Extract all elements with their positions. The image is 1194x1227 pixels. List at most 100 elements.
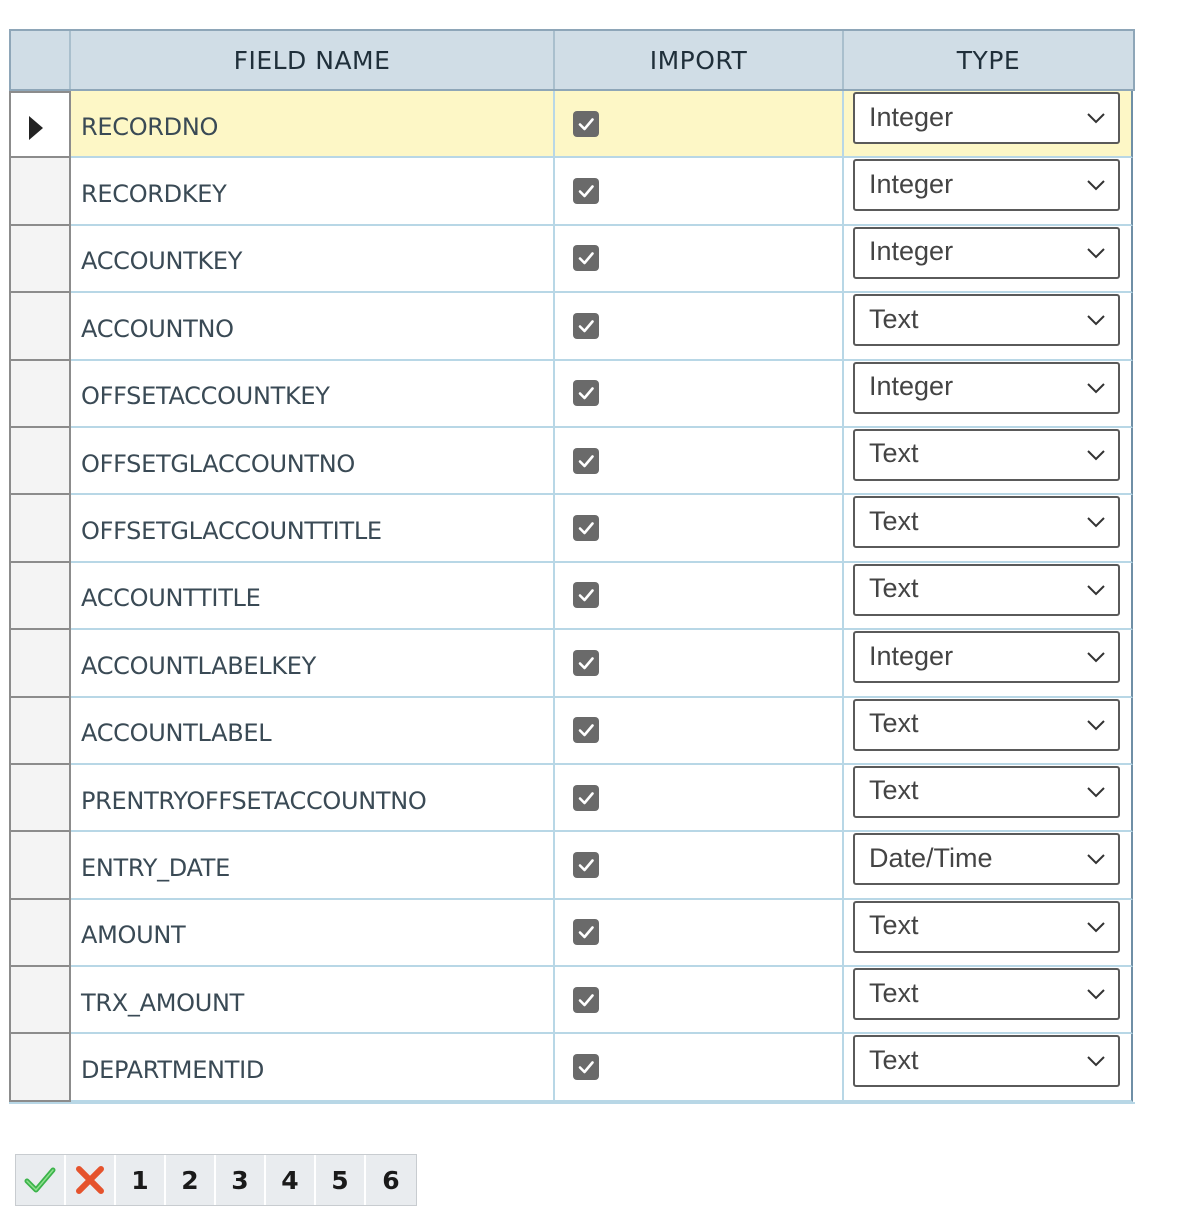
type-cell: Text (844, 967, 1133, 1035)
chevron-down-icon (1086, 516, 1106, 528)
row-selector[interactable] (9, 630, 71, 698)
type-select[interactable]: Date/Time (853, 833, 1120, 886)
row-selector[interactable] (9, 360, 71, 428)
import-checkbox[interactable] (573, 178, 599, 205)
row-selector[interactable] (9, 225, 71, 294)
import-checkbox[interactable] (573, 245, 599, 272)
type-cell: Text (844, 764, 1133, 833)
page-button-6[interactable]: 6 (366, 1155, 416, 1205)
type-cell: Text (844, 1034, 1133, 1102)
import-cell (555, 293, 844, 361)
field-name-cell: RECORDNO (71, 91, 555, 159)
type-select[interactable]: Integer (853, 226, 1120, 279)
page-button-4[interactable]: 4 (266, 1155, 316, 1205)
row-selector[interactable] (9, 697, 71, 765)
import-cell (555, 967, 844, 1035)
chevron-down-icon (1086, 1055, 1106, 1067)
import-cell (555, 697, 844, 765)
field-name-cell: AMOUNT (71, 899, 555, 968)
check-icon (24, 1167, 56, 1193)
type-select[interactable]: Text (853, 294, 1120, 347)
cancel-button[interactable] (66, 1155, 116, 1205)
type-select[interactable]: Text (853, 698, 1120, 751)
field-name-cell: RECORDKEY (71, 158, 555, 226)
checkmark-icon (578, 1061, 594, 1074)
row-selector[interactable] (9, 427, 71, 496)
type-cell: Text (844, 697, 1133, 765)
row-selector[interactable] (9, 832, 71, 900)
type-select-value: Text (869, 303, 919, 334)
type-select[interactable]: Text (853, 428, 1120, 481)
type-select[interactable]: Text (853, 563, 1120, 616)
type-select[interactable]: Integer (853, 159, 1120, 212)
import-checkbox[interactable] (573, 986, 599, 1013)
field-name-cell: TRX_AMOUNT (71, 967, 555, 1035)
import-checkbox[interactable] (573, 649, 599, 676)
row-selector[interactable] (9, 899, 71, 968)
row-selector[interactable] (9, 1034, 71, 1102)
type-select[interactable]: Integer (853, 92, 1120, 144)
import-checkbox[interactable] (573, 851, 599, 878)
row-selector[interactable] (9, 562, 71, 631)
type-cell: Integer (844, 360, 1133, 428)
table-row[interactable]: PRENTRYOFFSETACCOUNTNO Text (9, 764, 1135, 833)
page-button-3[interactable]: 3 (216, 1155, 266, 1205)
type-select[interactable]: Text (853, 900, 1120, 953)
import-checkbox[interactable] (573, 110, 599, 137)
type-cell: Integer (844, 630, 1133, 698)
import-checkbox[interactable] (573, 1054, 599, 1081)
import-checkbox[interactable] (573, 380, 599, 407)
type-select[interactable]: Text (853, 968, 1120, 1021)
import-checkbox[interactable] (573, 784, 599, 811)
import-checkbox[interactable] (573, 582, 599, 609)
field-name-cell: ENTRY_DATE (71, 832, 555, 900)
import-checkbox[interactable] (573, 919, 599, 946)
header-type[interactable]: TYPE (844, 31, 1133, 89)
import-cell (555, 427, 844, 496)
type-select-value: Text (869, 775, 919, 806)
table-row[interactable]: ACCOUNTKEY Integer (9, 225, 1135, 294)
confirm-button[interactable] (16, 1155, 66, 1205)
header-import[interactable]: IMPORT (555, 31, 844, 89)
type-select[interactable]: Text (853, 496, 1120, 549)
table-row[interactable]: AMOUNT Text (9, 899, 1135, 968)
import-checkbox[interactable] (573, 312, 599, 339)
chevron-down-icon (1086, 314, 1106, 326)
checkmark-icon (578, 993, 594, 1007)
table-row[interactable]: ACCOUNTNO Text (9, 293, 1135, 361)
type-select[interactable]: Text (853, 1035, 1120, 1088)
row-selector[interactable] (9, 764, 71, 833)
import-checkbox[interactable] (573, 447, 599, 474)
row-selector[interactable] (9, 91, 71, 159)
header-field-name[interactable]: FIELD NAME (71, 31, 555, 89)
page-button-1[interactable]: 1 (116, 1155, 166, 1205)
table-row[interactable]: ACCOUNTLABELKEY Integer (9, 630, 1135, 698)
row-selector[interactable] (9, 158, 71, 226)
chevron-down-icon (1086, 988, 1106, 1000)
type-select[interactable]: Integer (853, 361, 1120, 414)
type-select[interactable]: Integer (853, 631, 1120, 684)
table-row[interactable]: DEPARTMENTID Text (9, 1034, 1135, 1102)
row-selector[interactable] (9, 293, 71, 361)
table-row[interactable]: ACCOUNTLABEL Text (9, 697, 1135, 765)
table-row[interactable]: ENTRY_DATE Date/Time (9, 832, 1135, 900)
page-button-5[interactable]: 5 (316, 1155, 366, 1205)
table-row[interactable]: OFFSETGLACCOUNTNO Text (9, 427, 1135, 496)
table-row[interactable]: OFFSETGLACCOUNTTITLE Text (9, 495, 1135, 563)
type-select-value: Integer (869, 168, 954, 199)
table-row[interactable]: TRX_AMOUNT Text (9, 967, 1135, 1035)
row-selector[interactable] (9, 967, 71, 1035)
page-button-2[interactable]: 2 (166, 1155, 216, 1205)
checkmark-icon (578, 387, 594, 400)
table-row[interactable]: RECORDNO Integer (9, 91, 1135, 159)
table-row[interactable]: ACCOUNTTITLE Text (9, 562, 1135, 631)
import-checkbox[interactable] (573, 515, 599, 542)
type-select[interactable]: Text (853, 765, 1120, 818)
current-row-arrow-icon (29, 115, 43, 140)
field-name-cell: ACCOUNTKEY (71, 225, 555, 294)
import-checkbox[interactable] (573, 717, 599, 744)
table-row[interactable]: RECORDKEY Integer (9, 158, 1135, 226)
row-selector[interactable] (9, 495, 71, 563)
chevron-down-icon (1086, 584, 1106, 596)
table-row[interactable]: OFFSETACCOUNTKEY Integer (9, 360, 1135, 428)
